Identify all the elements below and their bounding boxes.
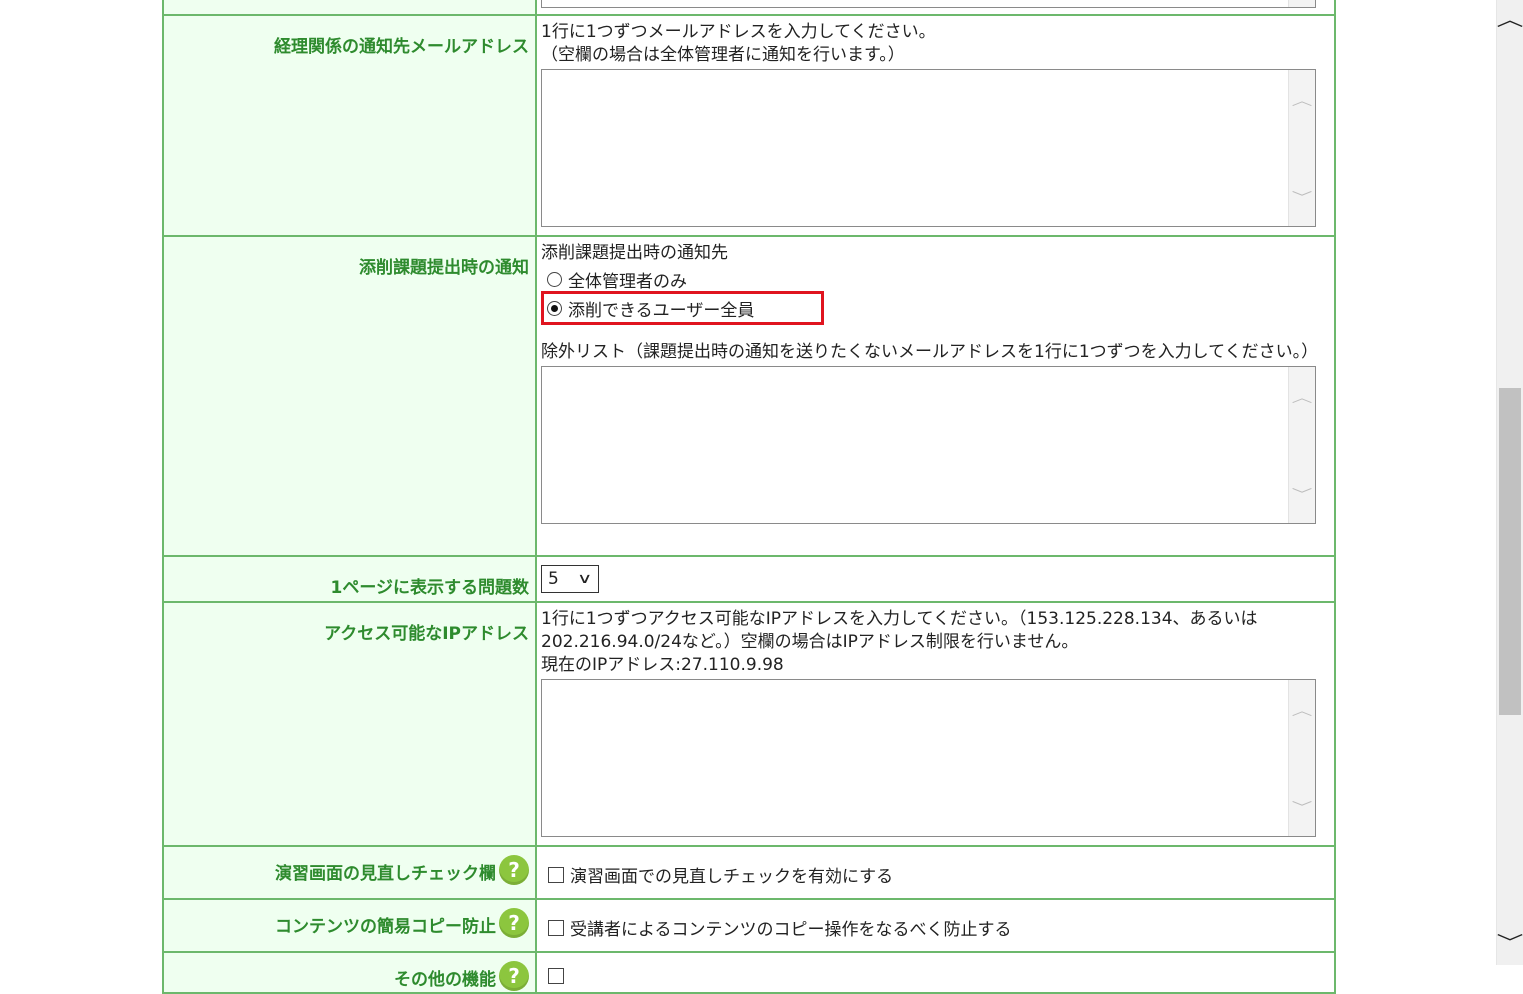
checkbox[interactable]	[548, 867, 564, 883]
accounting-email-description: 1行に1つずつメールアドレスを入力してください。	[541, 21, 1324, 44]
radio-admin-only[interactable]: 全体管理者のみ	[541, 265, 1324, 294]
chevron-up-icon[interactable]: ︿	[1491, 6, 1523, 32]
submission-notify-label: 添削課題提出時の通知	[163, 236, 536, 556]
radio-label: 全体管理者のみ	[568, 267, 687, 292]
checkbox-label: 演習画面での見直しチェックを有効にする	[570, 862, 893, 887]
accounting-email-note: （空欄の場合は全体管理者に通知を行います。）	[541, 44, 1324, 67]
exclude-list-textarea[interactable]: ︿ ﹀	[541, 366, 1316, 524]
other-features-option[interactable]	[541, 968, 1324, 984]
checkbox[interactable]	[548, 920, 564, 936]
chevron-down-icon[interactable]: ﹀	[1281, 484, 1323, 503]
radio-button-selected[interactable]	[547, 301, 562, 316]
review-check-cell: 演習画面での見直しチェックを有効にする	[536, 846, 1335, 899]
submission-notify-cell: 添削課題提出時の通知先 全体管理者のみ 添削できるユーザー全員 除外リスト（課題…	[536, 236, 1335, 556]
current-ip-address: 現在のIPアドレス:27.110.9.98	[541, 654, 1324, 677]
radio-all-graders[interactable]: 添削できるユーザー全員	[541, 294, 1324, 323]
question-circle-icon[interactable]: ?	[499, 961, 529, 991]
chevron-down-icon[interactable]: ﹀	[1491, 929, 1523, 955]
accounting-email-cell: 1行に1つずつメールアドレスを入力してください。 （空欄の場合は全体管理者に通知…	[536, 15, 1335, 236]
accounting-email-label: 経理関係の通知先メールアドレス	[163, 15, 536, 236]
previous-row-label	[163, 0, 536, 15]
review-check-option[interactable]: 演習画面での見直しチェックを有効にする	[541, 862, 1324, 887]
textarea-scrollbar[interactable]	[1288, 0, 1315, 7]
question-circle-icon[interactable]: ?	[499, 908, 529, 938]
questions-per-page-cell: 5 ∨	[536, 556, 1335, 602]
review-check-label: 演習画面の見直しチェック欄	[275, 864, 496, 884]
other-features-label: その他の機能	[394, 970, 496, 990]
settings-table: 経理関係の通知先メールアドレス 1行に1つずつメールアドレスを入力してください。…	[162, 0, 1336, 994]
allowed-ip-cell: 1行に1つずつアクセス可能なIPアドレスを入力してください。（153.125.2…	[536, 602, 1335, 846]
chevron-down-icon[interactable]: ﹀	[1281, 187, 1323, 206]
copy-protect-cell: 受講者によるコンテンツのコピー操作をなるべく防止する	[536, 899, 1335, 952]
questions-per-page-label: 1ページに表示する問題数	[163, 556, 536, 602]
chevron-down-icon: ∨	[577, 573, 595, 585]
copy-protect-label: コンテンツの簡易コピー防止	[275, 917, 496, 937]
questions-per-page-select[interactable]: 5 ∨	[541, 565, 599, 593]
page-scrollbar[interactable]: ︿ ﹀	[1496, 0, 1523, 965]
chevron-up-icon[interactable]: ︿	[1281, 387, 1323, 406]
textarea-scrollbar[interactable]: ︿ ﹀	[1288, 680, 1315, 836]
other-features-cell	[536, 952, 1335, 993]
other-features-label-cell: その他の機能?	[163, 952, 536, 993]
checkbox[interactable]	[548, 968, 564, 984]
exclude-list-description: 除外リスト（課題提出時の通知を送りたくないメールアドレスを1行に1つずつを入力し…	[541, 341, 1316, 364]
allowed-ip-textarea[interactable]: ︿ ﹀	[541, 679, 1316, 837]
previous-textarea-bottom[interactable]	[541, 0, 1316, 8]
chevron-up-icon[interactable]: ︿	[1281, 90, 1323, 109]
allowed-ip-label: アクセス可能なIPアドレス	[163, 602, 536, 846]
radio-label: 添削できるユーザー全員	[568, 296, 754, 321]
scrollbar-thumb[interactable]	[1499, 388, 1521, 715]
previous-row-value	[536, 0, 1335, 15]
copy-protect-label-cell: コンテンツの簡易コピー防止?	[163, 899, 536, 952]
select-value: 5	[548, 569, 559, 589]
notify-recipients-heading: 添削課題提出時の通知先	[541, 242, 1324, 265]
textarea-scrollbar[interactable]: ︿ ﹀	[1288, 70, 1315, 226]
radio-button[interactable]	[547, 272, 562, 287]
question-circle-icon[interactable]: ?	[499, 855, 529, 885]
chevron-down-icon[interactable]: ﹀	[1281, 797, 1323, 816]
checkbox-label: 受講者によるコンテンツのコピー操作をなるべく防止する	[570, 915, 1012, 940]
allowed-ip-description: 1行に1つずつアクセス可能なIPアドレスを入力してください。（153.125.2…	[541, 608, 1316, 654]
review-check-label-cell: 演習画面の見直しチェック欄?	[163, 846, 536, 899]
textarea-scrollbar[interactable]: ︿ ﹀	[1288, 367, 1315, 523]
accounting-email-textarea[interactable]: ︿ ﹀	[541, 69, 1316, 227]
chevron-up-icon[interactable]: ︿	[1281, 700, 1323, 719]
copy-protect-option[interactable]: 受講者によるコンテンツのコピー操作をなるべく防止する	[541, 915, 1324, 940]
